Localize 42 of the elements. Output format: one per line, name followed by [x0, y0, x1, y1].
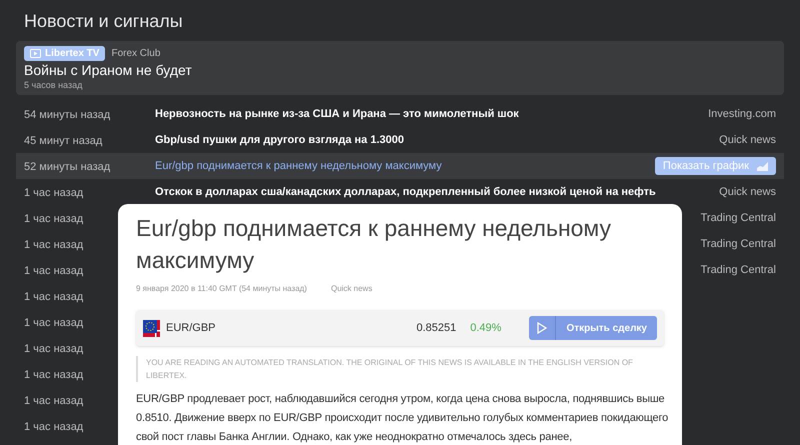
video-badge: Libertex TV [24, 46, 106, 61]
news-time: 52 минуты назад [24, 161, 110, 173]
news-time: 1 час назад [24, 343, 84, 355]
news-time: 1 час назад [24, 187, 84, 199]
news-time: 1 час назад [24, 239, 84, 251]
article-title: Eur/gbp поднимается к раннему недельному максимуму [136, 214, 612, 275]
translation-notice: YOU ARE READING AN AUTOMATED TRANSLATION. THE ORIGINAL OF THIS NEWS IS AVAILABLE IN THE ENGLISH VERSION OF LIBERTEX. [136, 356, 664, 382]
news-source: Quick news [719, 132, 776, 148]
chart-icon [757, 162, 768, 170]
news-headline[interactable]: Gbp/usd пушки для другого взгляда на 1.3000 [155, 132, 404, 148]
page-title: Новости и сигналы [24, 10, 183, 32]
news-time: 1 час назад [24, 369, 84, 381]
play-icon [30, 49, 41, 58]
news-time: 1 час назад [24, 421, 84, 433]
news-time: 1 час назад [24, 317, 84, 329]
play-icon [537, 322, 548, 334]
news-time: 1 час назад [24, 395, 84, 407]
instrument-price: 0.85251 [416, 320, 456, 336]
news-source: Trading Central [700, 262, 776, 278]
article-date: 9 января 2020 в 11:40 GMT (54 минуты назад) [136, 283, 307, 295]
news-source: Trading Central [700, 236, 776, 252]
news-source: Quick news [719, 184, 776, 200]
featured-card[interactable]: Libertex TV Forex Club Войны с Ираном не будет 5 часов назад [16, 41, 784, 95]
instrument-symbol: EUR/GBP [166, 320, 216, 336]
news-headline[interactable]: Отскок в долларах сша/канадских долларах, подкрепленный более низкой ценой на нефть [155, 184, 656, 200]
news-time: 1 час назад [24, 213, 84, 225]
news-time: 54 минуты назад [24, 109, 110, 121]
news-headline[interactable]: Eur/gbp поднимается к раннему недельному максимуму [155, 158, 442, 174]
article-text: EUR/GBP продлевает рост, наблюдавшийся сегодня утром, когда цена снова выросла, поднявшись выше 0.8510. Движение вверх по EUR/GBP происходит после удивительно голубых комментариев покидающего свой пост главы Банка Англии. Однако, как уже неоднократно отмечалось здесь ранее, [136, 392, 670, 445]
news-headline[interactable]: Нервозность на рынке из-за США и Ирана — это мимолетный шок [155, 106, 519, 122]
news-time: 5 часов назад [24, 80, 84, 91]
news-source: Trading Central [700, 210, 776, 226]
news-source: Forex Club [111, 47, 160, 61]
news-time: 45 минут назад [24, 135, 102, 147]
news-time: 1 час назад [24, 265, 84, 277]
flag-icon [143, 320, 160, 336]
article-source: Quick news [330, 283, 372, 295]
featured-headline: Войны с Ираном не будет [24, 61, 193, 80]
selected-news-row[interactable]: 52 минуты назад Eur/gbp поднимается к раннему недельному максимуму Показать график [16, 153, 784, 179]
price-change: 0.49% [470, 320, 502, 336]
news-source: Investing.com [708, 106, 776, 122]
news-time: 1 час назад [24, 291, 84, 303]
